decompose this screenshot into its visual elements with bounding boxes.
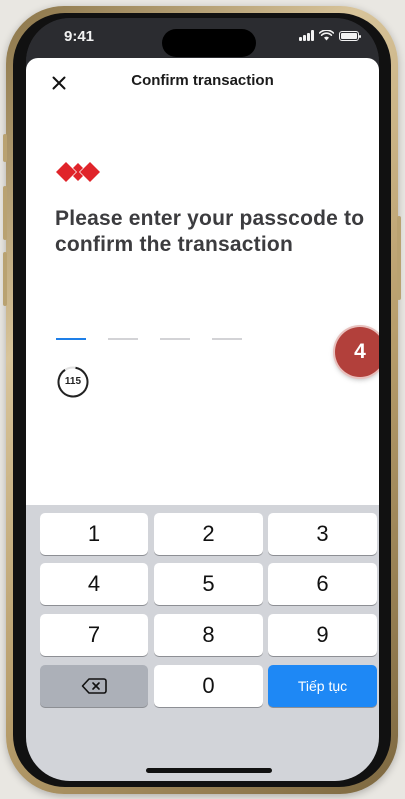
delete-button[interactable] bbox=[40, 665, 148, 707]
bank-logo-icon bbox=[54, 160, 102, 195]
phone-screen: 9:41 Confirm transaction Please enter yo… bbox=[26, 18, 379, 781]
passcode-digit-slot bbox=[212, 338, 242, 340]
key-7[interactable]: 7 bbox=[40, 614, 148, 656]
wifi-icon bbox=[319, 30, 334, 41]
dynamic-island bbox=[162, 29, 256, 57]
passcode-input[interactable] bbox=[56, 338, 242, 340]
key-0[interactable]: 0 bbox=[154, 665, 263, 707]
passcode-digit-slot bbox=[108, 338, 138, 340]
key-4[interactable]: 4 bbox=[40, 563, 148, 605]
countdown-timer: 115 bbox=[56, 365, 90, 399]
home-indicator[interactable] bbox=[146, 768, 272, 773]
power-button bbox=[397, 216, 401, 300]
silent-switch bbox=[3, 134, 7, 162]
step-badge: 4 bbox=[335, 327, 379, 377]
key-8[interactable]: 8 bbox=[154, 614, 263, 656]
status-time: 9:41 bbox=[64, 28, 95, 45]
passcode-prompt: Please enter your passcode to confirm th… bbox=[55, 207, 365, 256]
status-bar: 9:41 bbox=[26, 18, 379, 60]
cellular-signal-icon bbox=[299, 30, 314, 41]
volume-up-button bbox=[3, 186, 7, 240]
volume-down-button bbox=[3, 252, 7, 306]
key-3[interactable]: 3 bbox=[268, 513, 377, 555]
battery-icon bbox=[339, 30, 361, 41]
backspace-icon bbox=[81, 678, 107, 694]
key-1[interactable]: 1 bbox=[40, 513, 148, 555]
numeric-keypad: 1 2 3 4 5 6 7 8 9 0 Tiếp tục bbox=[26, 505, 379, 781]
countdown-value: 115 bbox=[64, 376, 82, 387]
continue-button[interactable]: Tiếp tục bbox=[268, 665, 377, 707]
page-title: Confirm transaction bbox=[131, 72, 274, 89]
key-5[interactable]: 5 bbox=[154, 563, 263, 605]
passcode-digit-slot bbox=[56, 338, 86, 340]
status-icons bbox=[299, 30, 361, 41]
key-2[interactable]: 2 bbox=[154, 513, 263, 555]
passcode-digit-slot bbox=[160, 338, 190, 340]
confirm-transaction-sheet: Confirm transaction Please enter your pa… bbox=[26, 58, 379, 518]
key-9[interactable]: 9 bbox=[268, 614, 377, 656]
key-6[interactable]: 6 bbox=[268, 563, 377, 605]
